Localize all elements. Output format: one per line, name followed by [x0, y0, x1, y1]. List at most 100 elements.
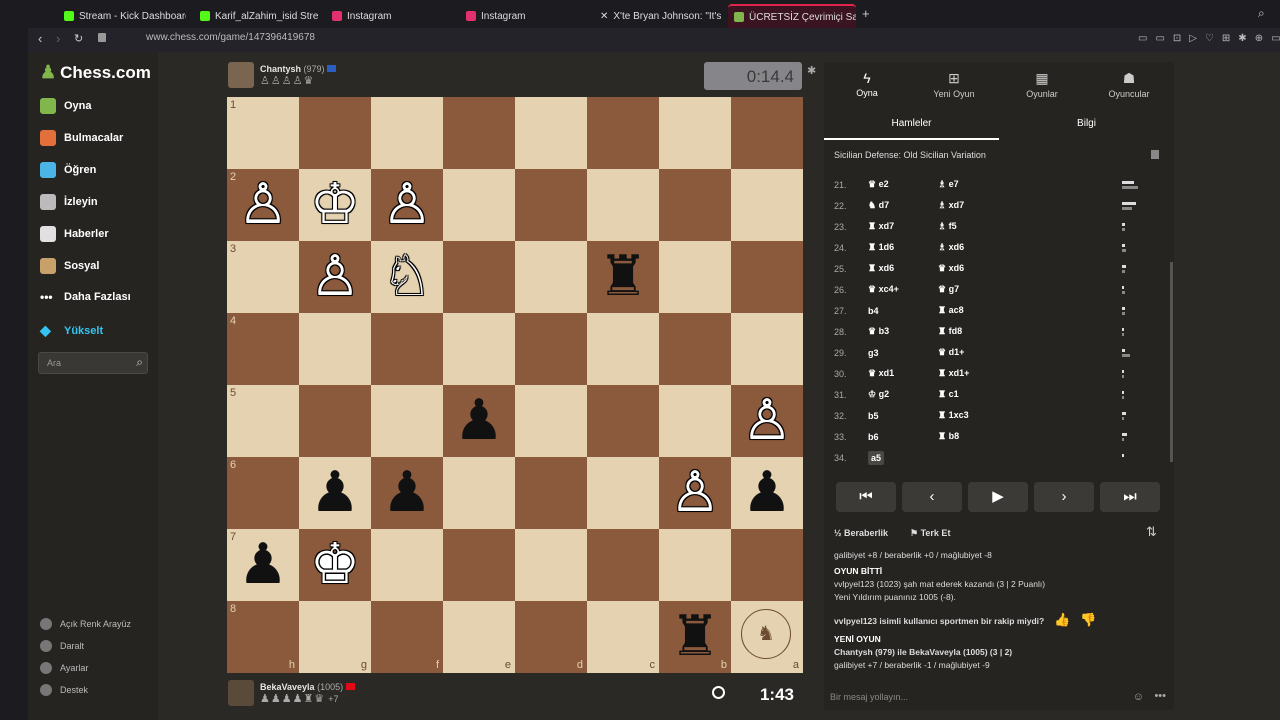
white-move[interactable]: g3: [868, 348, 879, 358]
subtab-info[interactable]: Bilgi: [999, 114, 1174, 140]
white-move[interactable]: ♜ 1d6: [868, 242, 894, 253]
board-square[interactable]: [515, 385, 587, 457]
board-square[interactable]: [515, 529, 587, 601]
tab-play[interactable]: ϟ Oyna: [827, 70, 907, 98]
black-move[interactable]: ♗ f5: [938, 221, 957, 232]
chesscom-logo[interactable]: ♟ Chess.com: [40, 62, 151, 83]
black-move[interactable]: ♜ ac8: [938, 305, 964, 316]
board-square[interactable]: [587, 385, 659, 457]
board-square[interactable]: [515, 241, 587, 313]
board-square[interactable]: [371, 385, 443, 457]
next-move-button[interactable]: ›: [1034, 482, 1094, 512]
nav-item-puzzles[interactable]: Bulmacalar: [40, 130, 123, 146]
tab-games[interactable]: ▦ Oyunlar: [1002, 70, 1082, 99]
subtab-moves[interactable]: Hamleler: [824, 114, 999, 140]
board-square[interactable]: 1: [227, 97, 299, 169]
black-move[interactable]: ♜ b8: [938, 431, 959, 442]
board-square[interactable]: ♙: [731, 385, 803, 457]
board-square[interactable]: [371, 529, 443, 601]
resign-button[interactable]: ⚑ Terk Et: [910, 528, 950, 539]
board-square[interactable]: ♘: [371, 241, 443, 313]
board-square[interactable]: ♙: [371, 169, 443, 241]
tab-instagram-2[interactable]: Instagram: [460, 4, 584, 28]
chess-piece[interactable]: ♟: [371, 457, 443, 529]
black-move[interactable]: ♗ xd7: [938, 200, 964, 211]
nav-item-learn[interactable]: Öğren: [40, 162, 96, 178]
thumbs-up-icon[interactable]: 👍: [1054, 612, 1070, 628]
chess-piece[interactable]: ♙: [371, 169, 443, 241]
chess-piece[interactable]: ♜: [587, 241, 659, 313]
board-square[interactable]: 6: [227, 457, 299, 529]
player-name[interactable]: BekaVaveyla: [260, 682, 315, 692]
board-square[interactable]: ♟: [731, 457, 803, 529]
board-square[interactable]: [443, 97, 515, 169]
light-theme-link[interactable]: Açık Renk Arayüz: [40, 618, 131, 630]
board-square[interactable]: [515, 313, 587, 385]
white-move[interactable]: b4: [868, 306, 879, 316]
board-square[interactable]: e: [443, 601, 515, 673]
board-square[interactable]: ♙: [299, 241, 371, 313]
board-square[interactable]: 5: [227, 385, 299, 457]
search-icon[interactable]: ⌕: [136, 355, 143, 370]
avatar[interactable]: [228, 62, 254, 88]
chess-piece[interactable]: ♘: [371, 241, 443, 313]
board-square[interactable]: [587, 313, 659, 385]
board-square[interactable]: [299, 97, 371, 169]
board-square[interactable]: c: [587, 601, 659, 673]
black-move[interactable]: ♜ fd8: [938, 326, 962, 337]
board-square[interactable]: [371, 313, 443, 385]
board-square[interactable]: [443, 313, 515, 385]
chess-piece[interactable]: ♙: [299, 241, 371, 313]
tab-kick-dashboard[interactable]: Stream - Kick Dashboard: [58, 4, 186, 28]
black-move[interactable]: ♛ g7: [938, 284, 959, 295]
first-move-button[interactable]: ⏮: [836, 482, 896, 512]
chess-piece[interactable]: ♟: [227, 529, 299, 601]
chess-piece[interactable]: ♚: [299, 529, 371, 601]
board-square[interactable]: [659, 529, 731, 601]
chess-piece[interactable]: ♜: [659, 601, 731, 673]
tab-kick-stream[interactable]: Karif_alZahim_isid Stream: [194, 4, 318, 28]
nav-item-news[interactable]: Haberler: [40, 226, 109, 242]
reload-icon[interactable]: ↻: [74, 32, 83, 45]
white-move[interactable]: ♔ g2: [868, 389, 889, 400]
board-square[interactable]: g: [299, 601, 371, 673]
board-square[interactable]: [731, 529, 803, 601]
chess-piece[interactable]: ♟: [731, 457, 803, 529]
new-tab-button[interactable]: +: [862, 6, 870, 21]
board-square[interactable]: 3: [227, 241, 299, 313]
board-square[interactable]: a ♞: [731, 601, 803, 673]
board-square[interactable]: [659, 97, 731, 169]
board-square[interactable]: [371, 97, 443, 169]
black-move[interactable]: ♛ xd6: [938, 263, 964, 274]
tab-players[interactable]: ☗ Oyuncular: [1089, 70, 1169, 99]
url-text[interactable]: www.chess.com/game/147396419678: [146, 32, 315, 43]
black-move[interactable]: ♛ d1+: [938, 347, 964, 358]
last-move-button[interactable]: ⏭: [1100, 482, 1160, 512]
board-square[interactable]: [587, 97, 659, 169]
emoji-icon[interactable]: ☺: [1133, 691, 1144, 703]
board-square[interactable]: [659, 241, 731, 313]
avatar[interactable]: [228, 680, 254, 706]
nav-item-upgrade[interactable]: ◆ Yükselt: [40, 322, 103, 339]
board-square[interactable]: f: [371, 601, 443, 673]
tab-chess[interactable]: ÜCRETSİZ Çevrimiçi Sa: [728, 4, 856, 28]
collapse-link[interactable]: Daralt: [40, 640, 84, 652]
board-square[interactable]: [731, 241, 803, 313]
draw-button[interactable]: ½ Beraberlik: [834, 528, 888, 538]
player-name[interactable]: Chantysh: [260, 64, 301, 74]
board-square[interactable]: [515, 169, 587, 241]
move-list-scrollbar[interactable]: [1170, 262, 1173, 462]
chess-piece[interactable]: ♔: [299, 169, 371, 241]
board-square[interactable]: ♟: [371, 457, 443, 529]
nav-item-watch[interactable]: İzleyin: [40, 194, 98, 210]
white-move[interactable]: ♜ xd6: [868, 263, 894, 274]
sidebar-search-input[interactable]: Ara ⌕: [38, 352, 148, 374]
board-square[interactable]: ♟: [299, 457, 371, 529]
board-square[interactable]: b ♜: [659, 601, 731, 673]
board-square[interactable]: [443, 169, 515, 241]
board-square[interactable]: ♜: [587, 241, 659, 313]
chess-board[interactable]: 1 2 ♙ ♔ ♙ 3 ♙ ♘ ♜ 4 5 ♟ ♙ 6 ♟ ♟ ♙ ♟ 7 ♟ ♚ 8 h g f e d c b ♜ a ♞: [227, 97, 803, 673]
chess-piece[interactable]: ♙: [731, 385, 803, 457]
board-settings-icon[interactable]: ✱: [807, 64, 816, 77]
white-move[interactable]: a5: [868, 450, 885, 465]
